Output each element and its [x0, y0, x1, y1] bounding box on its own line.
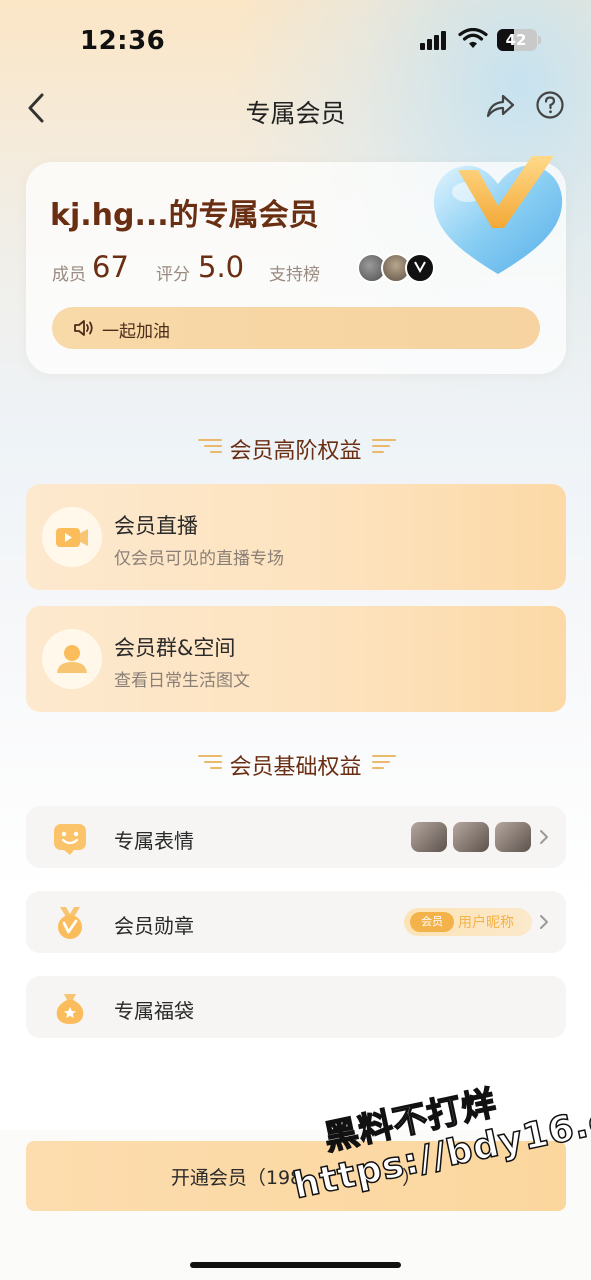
- benefit-title: 会员群&空间: [114, 636, 236, 660]
- support-ranking-label[interactable]: 支持榜: [269, 260, 320, 285]
- basic-item-label: 专属福袋: [114, 999, 194, 1023]
- medal-badge: 会员: [410, 912, 454, 932]
- membership-heart-emblem: [433, 156, 563, 274]
- benefit-subtitle: 仅会员可见的直播专场: [114, 549, 284, 569]
- benefit-subtitle: 查看日常生活图文: [114, 671, 250, 691]
- basic-item-lucky-bag[interactable]: 专属福袋: [26, 976, 566, 1038]
- advanced-benefits-heading: 会员高阶权益: [0, 433, 591, 465]
- status-time: 12:36: [80, 26, 166, 56]
- basic-item-medal[interactable]: 会员勋章 会员 用户昵称: [26, 891, 566, 953]
- chevron-right-icon: [540, 830, 548, 844]
- members-count: 67: [92, 250, 129, 284]
- battery-icon: 42: [497, 29, 541, 51]
- benefit-title: 会员直播: [114, 514, 198, 538]
- advanced-heading-label: 会员高阶权益: [229, 439, 362, 464]
- rating-label: 评分: [156, 265, 190, 285]
- rating-value: 5.0: [198, 250, 245, 284]
- speaker-icon: [74, 320, 93, 336]
- lucky-bag-icon: [56, 994, 84, 1024]
- members-label: 成员: [52, 265, 86, 285]
- person-icon: [42, 629, 102, 689]
- medal-icon: [58, 907, 82, 939]
- cheer-button[interactable]: 一起加油: [52, 307, 540, 349]
- basic-benefits-heading: 会员基础权益: [0, 749, 591, 781]
- nav-bar: 专属会员: [0, 84, 591, 134]
- heading-decoration: [372, 439, 396, 455]
- basic-item-label: 专属表情: [114, 829, 194, 853]
- medal-preview-pill: 会员 用户昵称: [404, 908, 532, 936]
- medal-username: 用户昵称: [458, 915, 514, 931]
- wifi-icon: [458, 28, 488, 48]
- emoji-preview: [453, 822, 489, 852]
- help-icon[interactable]: [535, 90, 565, 120]
- chevron-right-icon: [540, 915, 548, 929]
- basic-item-emoji[interactable]: 专属表情: [26, 806, 566, 868]
- battery-level: 42: [505, 31, 527, 49]
- heading-decoration: [372, 755, 396, 771]
- video-camera-icon: [42, 507, 102, 567]
- status-bar: 12:36 42: [0, 0, 591, 80]
- membership-title: kj.hg...的专属会员: [50, 198, 319, 233]
- cellular-signal-icon: [420, 30, 450, 50]
- benefit-card-live[interactable]: 会员直播 仅会员可见的直播专场: [26, 484, 566, 590]
- heading-decoration: [198, 439, 222, 455]
- emoji-face-icon: [54, 824, 86, 855]
- emoji-preview: [495, 822, 531, 852]
- share-icon[interactable]: [484, 90, 516, 122]
- basic-heading-label: 会员基础权益: [229, 755, 362, 780]
- benefit-card-group[interactable]: 会员群&空间 查看日常生活图文: [26, 606, 566, 712]
- heading-decoration: [198, 755, 222, 771]
- basic-item-label: 会员勋章: [114, 914, 194, 938]
- emoji-preview: [411, 822, 447, 852]
- cheer-label: 一起加油: [102, 322, 170, 342]
- home-indicator[interactable]: [190, 1262, 401, 1268]
